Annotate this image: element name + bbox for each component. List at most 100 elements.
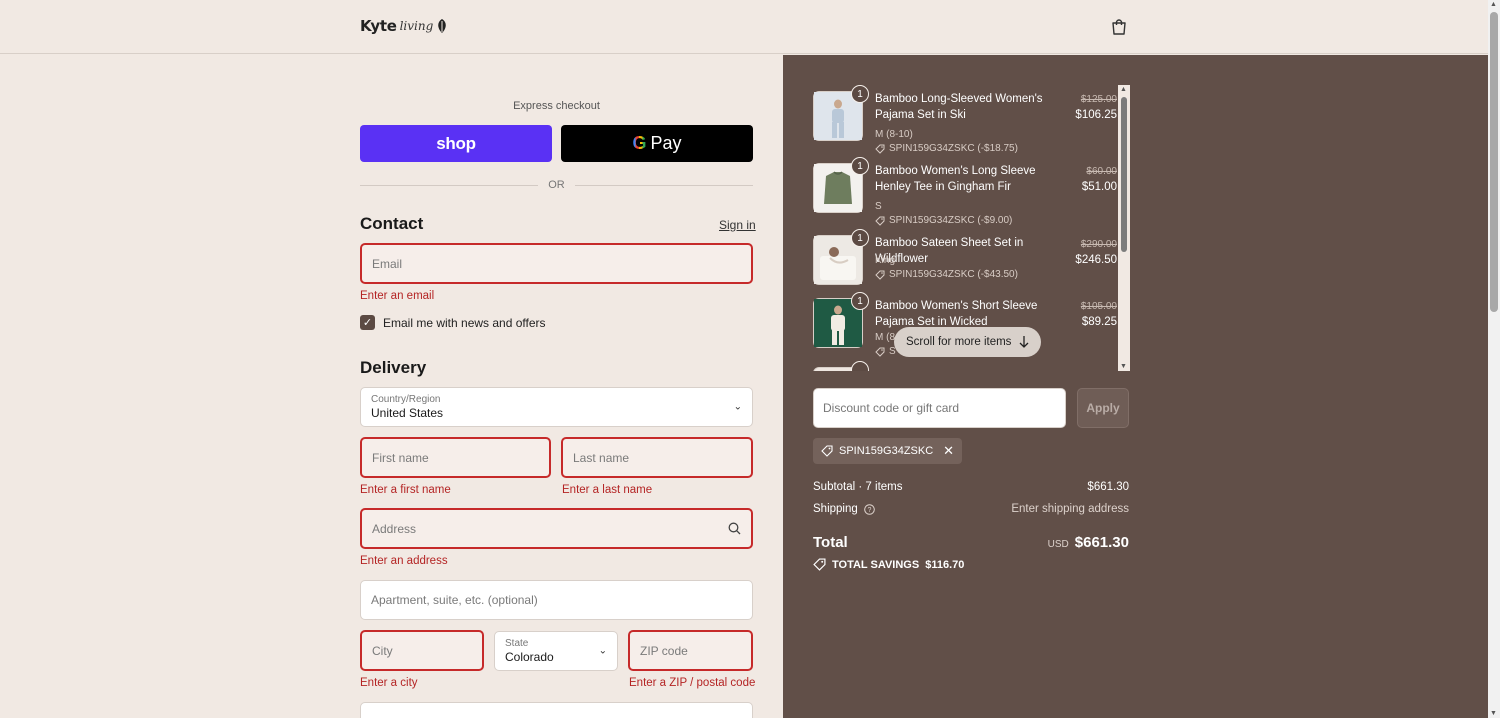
- product-thumbnail: 1: [813, 229, 869, 285]
- google-pay-label: Pay: [650, 133, 682, 153]
- express-checkout-label: Express checkout: [513, 100, 600, 112]
- divider-line: [574, 184, 753, 186]
- quantity-badge: 1: [851, 85, 869, 103]
- apply-discount-button[interactable]: Apply: [1077, 388, 1129, 428]
- discount-code-input[interactable]: Discount code or gift card: [813, 388, 1066, 428]
- item-name: Bamboo Long-Sleeved Women's Pajama Set i…: [875, 93, 1043, 121]
- subtotal-row: Subtotal · 7 items $661.30: [813, 481, 1129, 493]
- subtotal-label: Subtotal · 7 items: [813, 481, 903, 493]
- address-field[interactable]: Address: [360, 508, 753, 549]
- scroll-down-arrow-icon[interactable]: ▼: [1120, 363, 1127, 370]
- google-pay-button[interactable]: G Pay: [561, 125, 753, 162]
- item-discount-code: SPIN159G34ZSKC (-$43.50): [889, 269, 1018, 280]
- items-scrollbar[interactable]: ▲ ▼: [1118, 85, 1130, 371]
- last-name-error: Enter a last name: [562, 484, 653, 496]
- email-placeholder: Email: [372, 256, 403, 271]
- product-thumbnail: 1: [813, 85, 869, 141]
- checkmark-icon: ✓: [362, 317, 373, 329]
- shopping-bag-icon[interactable]: [1110, 18, 1128, 36]
- chevron-down-icon: ⌄: [598, 645, 607, 657]
- country-select[interactable]: Country/Region United States ⌄: [360, 387, 753, 427]
- first-name-placeholder: First name: [372, 450, 429, 465]
- items-scroll-thumb[interactable]: [1121, 97, 1127, 252]
- google-g-icon: G: [632, 133, 647, 153]
- quantity-badge: 1: [851, 157, 869, 175]
- remove-discount-icon[interactable]: ✕: [943, 443, 954, 459]
- scroll-more-label: Scroll for more items: [906, 336, 1012, 348]
- total-savings: TOTAL SAVINGS $116.70: [813, 558, 964, 571]
- item-price: $89.25: [1081, 316, 1117, 328]
- scroll-more-button[interactable]: Scroll for more items: [894, 327, 1042, 357]
- apartment-field[interactable]: Apartment, suite, etc. (optional): [360, 580, 753, 620]
- shipping-label: Shipping: [813, 503, 858, 515]
- item-price: $106.25: [1075, 109, 1117, 121]
- tag-icon: [875, 144, 885, 154]
- item-name: Bamboo Women's Short Sleeve Pajama Set i…: [875, 300, 1038, 328]
- item-discount: SPIN159G34ZSKC (-$9.00): [875, 215, 1012, 226]
- item-variant: King: [875, 255, 896, 266]
- email-field[interactable]: Email: [360, 243, 753, 284]
- item-discount: SPIN159G34ZSKC (-$18.75): [875, 143, 1018, 154]
- discount-placeholder: Discount code or gift card: [823, 401, 960, 415]
- subtotal-value: $661.30: [1087, 481, 1129, 493]
- zip-error: Enter a ZIP / postal code: [629, 677, 756, 689]
- brand-logo[interactable]: Kyte living: [360, 14, 448, 38]
- country-label: Country/Region: [371, 394, 441, 405]
- scroll-down-arrow-icon[interactable]: ▼: [1490, 710, 1497, 717]
- page-scrollbar[interactable]: ▲ ▼: [1488, 0, 1500, 718]
- city-field[interactable]: City: [360, 630, 484, 671]
- brand-name: Kyte: [360, 17, 397, 35]
- order-item: 1 Bamboo Long-Sleeved Women's Pajama Set…: [813, 85, 1117, 154]
- newsletter-label: Email me with news and offers: [383, 315, 546, 330]
- shop-pay-label: shop: [436, 133, 476, 153]
- state-label: State: [505, 638, 529, 649]
- page-scroll-thumb[interactable]: [1490, 12, 1498, 312]
- state-select[interactable]: State Colorado ⌄: [494, 631, 618, 671]
- item-name: Bamboo Sateen Sheet Set in Wildflower: [875, 237, 1024, 265]
- shipping-label-group: Shipping ?: [813, 503, 875, 515]
- product-thumbnail: 1: [813, 292, 869, 348]
- address-placeholder: Address: [372, 521, 417, 536]
- item-discount-code: SPIN159G34ZSKC (-$9.00): [889, 215, 1013, 226]
- newsletter-checkbox-row[interactable]: ✓ Email me with news and offers: [360, 315, 546, 330]
- first-name-field[interactable]: First name: [360, 437, 551, 478]
- help-icon[interactable]: ?: [863, 503, 875, 515]
- order-item: 1 Bamboo Women's Long Sleeve Henley Tee …: [813, 157, 1117, 226]
- item-name: Bamboo Women's Long Sleeve Henley Tee in…: [875, 165, 1036, 193]
- total-label: Total: [813, 534, 848, 551]
- savings-value: $116.70: [925, 558, 965, 571]
- tag-icon: [821, 445, 833, 457]
- item-discount: SPIN159G34ZSKC (-$43.50): [875, 269, 1018, 280]
- tag-icon: [813, 558, 826, 571]
- order-item: 1 Bamboo Sateen Sheet Set in Wildflower …: [813, 229, 1117, 287]
- scroll-up-arrow-icon[interactable]: ▲: [1120, 86, 1127, 93]
- contact-title: Contact: [360, 214, 424, 233]
- svg-text:?: ?: [867, 507, 871, 514]
- leaf-icon: [438, 19, 447, 33]
- item-original-price: $105.00: [1080, 301, 1117, 312]
- first-name-error: Enter a first name: [360, 484, 451, 496]
- newsletter-checkbox[interactable]: ✓: [360, 315, 375, 330]
- shop-pay-button[interactable]: shop: [360, 125, 552, 162]
- total-value: $661.30: [1074, 534, 1129, 551]
- or-label: OR: [548, 179, 565, 191]
- divider-line: [360, 184, 539, 186]
- zip-field[interactable]: ZIP code: [628, 630, 753, 671]
- header: Kyte living: [0, 0, 1488, 54]
- arrow-down-icon: [1019, 336, 1029, 348]
- apartment-placeholder: Apartment, suite, etc. (optional): [371, 593, 538, 607]
- scroll-up-arrow-icon[interactable]: ▲: [1490, 1, 1497, 8]
- applied-discount-chip: SPIN159G34ZSKC ✕: [813, 438, 963, 464]
- shipping-row: Shipping ? Enter shipping address: [813, 503, 1129, 515]
- sign-in-link[interactable]: Sign in: [719, 218, 756, 232]
- last-name-field[interactable]: Last name: [561, 437, 753, 478]
- country-value: United States: [371, 406, 444, 420]
- shipping-value: Enter shipping address: [1011, 503, 1129, 515]
- item-variant: M (8: [875, 332, 895, 343]
- apply-label: Apply: [1086, 401, 1120, 415]
- email-error: Enter an email: [360, 290, 435, 302]
- last-name-placeholder: Last name: [573, 450, 630, 465]
- savings-label: TOTAL SAVINGS: [832, 558, 920, 571]
- brand-script: living: [399, 19, 434, 33]
- phone-field[interactable]: [360, 702, 753, 718]
